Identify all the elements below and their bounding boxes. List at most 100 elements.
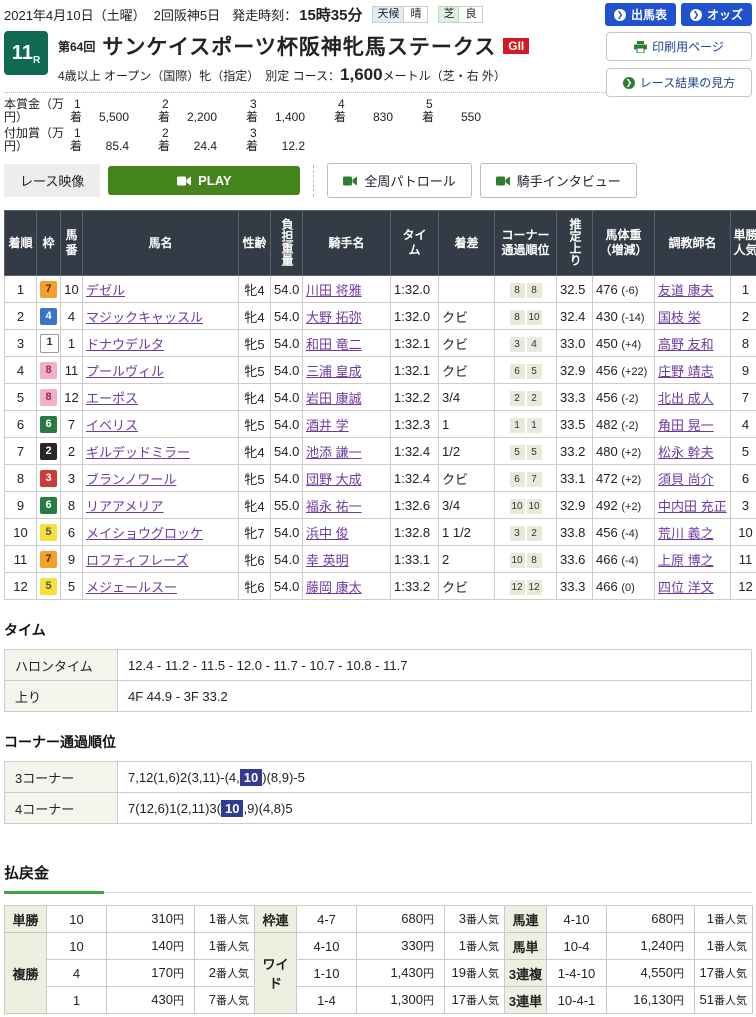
furlong-times: 12.4 - 11.2 - 11.5 - 12.0 - 11.7 - 10.7 … (118, 650, 752, 681)
corner-position-badge: 10 (527, 499, 542, 514)
last-3f-time: 33.2 (557, 438, 593, 465)
body-weight: 456 (+22) (593, 357, 655, 384)
payout-popularity: 7番人気 (195, 987, 255, 1014)
race-number-badge: 11 R (4, 31, 48, 75)
corner-position-badge: 8 (527, 553, 542, 568)
agari-times: 4F 44.9 - 3F 33.2 (118, 681, 752, 712)
trainer-link[interactable]: 四位 洋文 (658, 580, 714, 595)
body-weight-diff: (-2) (621, 393, 638, 405)
payout-amount: 4,550円 (607, 960, 695, 987)
horse-number: 5 (61, 573, 83, 600)
trainer-link[interactable]: 松永 幹夫 (658, 445, 714, 460)
body-weight: 482 (-2) (593, 411, 655, 438)
finish-position: 7 (5, 438, 37, 465)
payout-row: 1 430円 7番人気 1-4 1,300円 17番人気 3連単 10-4-1 … (5, 987, 753, 1014)
race-video-label: レース映像 (4, 164, 100, 197)
finish-time: 1:32.8 (391, 519, 439, 546)
trainer-link[interactable]: 高野 友和 (658, 337, 714, 352)
frame-badge: 6 (40, 416, 57, 433)
body-weight: 466 (0) (593, 573, 655, 600)
corner-position-badge: 2 (510, 391, 525, 406)
payout-popularity: 1番人気 (445, 933, 505, 960)
jockey-link[interactable]: 三浦 皇成 (306, 364, 362, 379)
race-info-bar: 2021年4月10日（土曜） 2回阪神5日 発走時刻： 15時35分 天候 晴 … (4, 3, 752, 25)
jockey-link[interactable]: 岩田 康誠 (306, 391, 362, 406)
horse-number: 12 (61, 384, 83, 411)
odds-button-label: オッズ (707, 6, 743, 23)
horse-name-link[interactable]: リアアメリア (86, 499, 163, 514)
table-row: 6 6 7 イベリス 牝5 54.0 酒井 学 1:32.3 1 11 33.5… (5, 411, 756, 438)
horse-number: 6 (61, 519, 83, 546)
horse-name-link[interactable]: ギルデッドミラー (86, 445, 190, 460)
margin: クビ (439, 573, 495, 600)
trainer-link[interactable]: 角田 晃一 (658, 418, 714, 433)
combination: 10-4 (547, 933, 607, 960)
jockey-link[interactable]: 団野 大成 (306, 472, 362, 487)
carried-weight: 54.0 (271, 276, 303, 303)
finish-position: 3 (5, 330, 37, 357)
horse-name-link[interactable]: ロフティフレーズ (86, 553, 189, 568)
corner-positions: 810 (495, 303, 557, 330)
frame-badge: 7 (40, 281, 57, 298)
prize-amount: 830 (351, 111, 393, 124)
jockey-link[interactable]: 幸 英明 (306, 553, 349, 568)
horse-name-link[interactable]: イベリス (86, 418, 138, 433)
payout-amount: 1,300円 (357, 987, 445, 1014)
patrol-video-button[interactable]: 全周パトロール (327, 163, 471, 198)
print-page-button[interactable]: 印刷用ページ (606, 32, 752, 61)
finish-position: 9 (5, 492, 37, 519)
corner-position-badge: 12 (527, 580, 542, 595)
trainer-link[interactable]: 友道 康夫 (658, 283, 714, 298)
play-video-button[interactable]: PLAY (108, 166, 300, 195)
horse-name-link[interactable]: ドナウデルタ (86, 337, 164, 352)
result-guide-button[interactable]: レース結果の見方 (606, 68, 752, 97)
horse-name-link[interactable]: マジックキャッスル (86, 310, 203, 325)
trainer-link[interactable]: 北出 成人 (658, 391, 714, 406)
jockey-link[interactable]: 藤岡 康太 (306, 580, 362, 595)
finish-time: 1:32.2 (391, 384, 439, 411)
weather-label: 天候 (373, 7, 403, 22)
payout-table: 単勝 10 310円 1番人気 枠連 4-7 680円 3番人気 馬連 4-10… (4, 905, 753, 1014)
trainer-link[interactable]: 上原 博之 (658, 553, 714, 568)
trainer-link[interactable]: 須貝 尚介 (658, 472, 714, 487)
race-edition: 第64回 (58, 38, 95, 55)
trainer-link[interactable]: 庄野 靖志 (658, 364, 714, 379)
frame-badge: 5 (40, 524, 57, 541)
jockey-link[interactable]: 酒井 学 (306, 418, 349, 433)
col-last-3f: 推定上り (557, 211, 593, 276)
prize-unit: 着 (158, 140, 170, 153)
margin (439, 276, 495, 303)
jockey-interview-button[interactable]: 騎手インタビュー (480, 163, 637, 198)
turf-label: 芝 (439, 7, 458, 22)
trainer-link[interactable]: 中内田 充正 (658, 499, 727, 514)
table-row: 3 1 1 ドナウデルタ 牝5 54.0 和田 竜二 1:32.1 クビ 34 … (5, 330, 756, 357)
horse-name-link[interactable]: プールヴィル (86, 364, 164, 379)
jockey-link[interactable]: 川田 将雅 (306, 283, 362, 298)
jockey-link[interactable]: 和田 竜二 (306, 337, 362, 352)
odds-button[interactable]: オッズ (681, 3, 752, 26)
jockey-link[interactable]: 池添 謙一 (306, 445, 362, 460)
horse-name-link[interactable]: メジェールスー (86, 580, 177, 595)
corner-position-badge: 10 (527, 310, 542, 325)
shutuba-button[interactable]: 出馬表 (605, 3, 676, 26)
trainer-link[interactable]: 荒川 義之 (658, 526, 714, 541)
horse-name-link[interactable]: ブランノワール (86, 472, 176, 487)
sex-age: 牝6 (239, 546, 271, 573)
body-weight-value: 430 (596, 309, 618, 324)
payout-title-underline (4, 892, 752, 893)
horse-name-link[interactable]: エーポス (86, 391, 138, 406)
finish-position: 2 (5, 303, 37, 330)
jockey-link[interactable]: 浜中 俊 (306, 526, 349, 541)
body-weight-diff: (+22) (621, 366, 647, 378)
sex-age: 牝4 (239, 303, 271, 330)
carried-weight: 54.0 (271, 546, 303, 573)
corner-position-badge: 4 (527, 337, 542, 352)
trainer-link[interactable]: 国枝 栄 (658, 310, 701, 325)
results-table: 着順 枠 馬番 馬名 性齢 負担重量 騎手名 タイム 着差 コーナー通過順位 推… (4, 210, 756, 600)
horse-name-link[interactable]: メイショウグロッケ (86, 526, 203, 541)
jockey-link[interactable]: 福永 祐一 (306, 499, 362, 514)
prize-rank: 4 (338, 98, 406, 111)
horse-name-link[interactable]: デゼル (86, 283, 125, 298)
finish-time: 1:32.1 (391, 330, 439, 357)
jockey-link[interactable]: 大野 拓弥 (306, 310, 362, 325)
